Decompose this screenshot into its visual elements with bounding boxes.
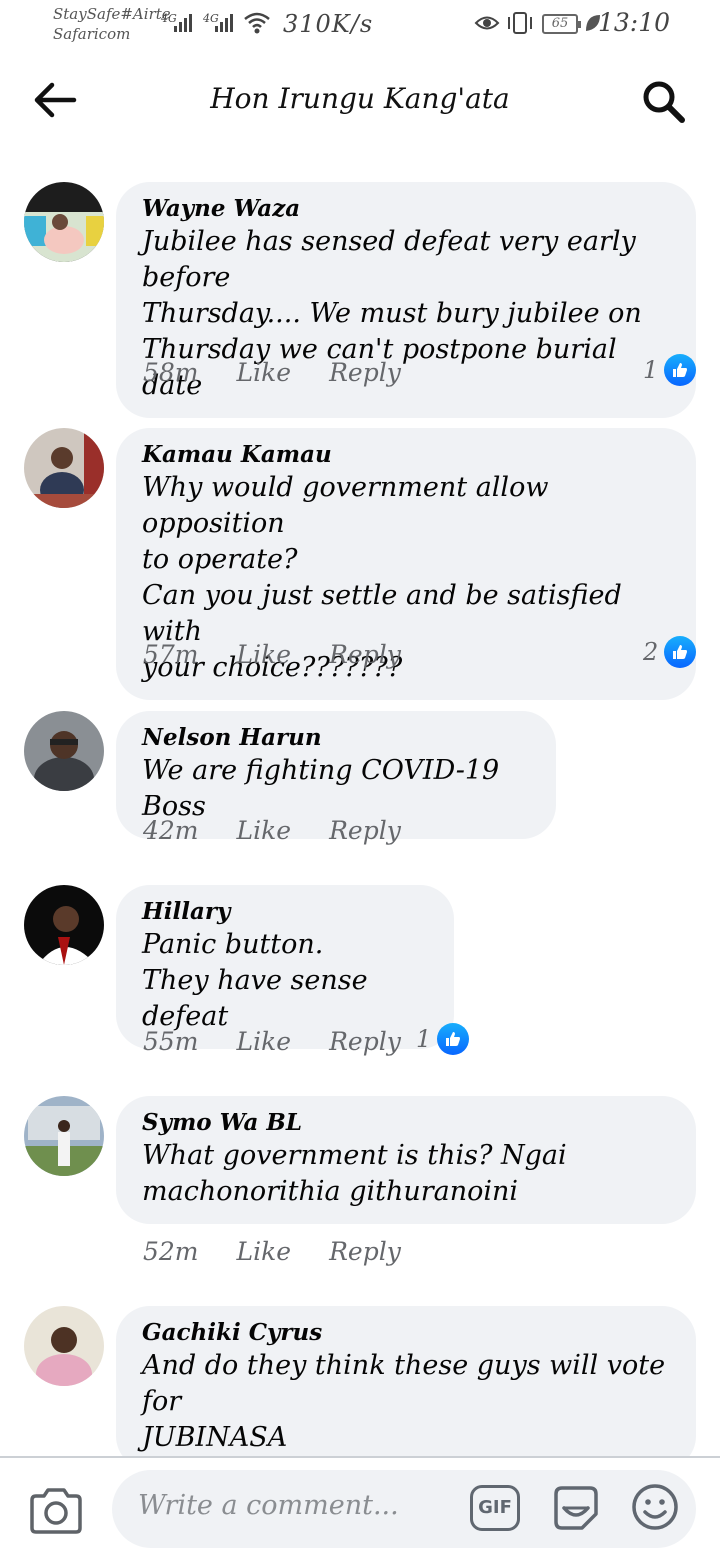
reaction-count: 1	[416, 1025, 432, 1053]
comment-input-placeholder: Write a comment...	[138, 1490, 399, 1521]
comment-text: What government is this? Ngai machonorit…	[142, 1140, 567, 1207]
reply-link[interactable]: Reply	[329, 640, 401, 669]
avatar-image	[24, 711, 104, 791]
comment-timestamp[interactable]: 52m	[143, 1237, 199, 1266]
like-link[interactable]: Like	[237, 640, 292, 669]
comment-timestamp[interactable]: 42m	[143, 816, 199, 845]
comment-timestamp[interactable]: 55m	[143, 1027, 199, 1056]
reaction-summary[interactable]: 1	[643, 354, 697, 386]
page-title: Hon Irungu Kang'ata	[210, 82, 510, 115]
comment-bubble: Symo Wa BL What government is this? Ngai…	[116, 1096, 696, 1224]
carrier-line-2: Safaricom	[53, 25, 131, 43]
signal-icon	[174, 14, 192, 32]
signal-icon-2	[215, 14, 233, 32]
avatar[interactable]	[24, 885, 104, 965]
comment-actions: 42m Like Reply	[143, 816, 401, 845]
camera-icon[interactable]	[28, 1486, 84, 1536]
carrier-label: StaySafe#Airte Safaricom	[53, 4, 171, 44]
comment-actions: 55m Like Reply	[143, 1027, 401, 1056]
avatar[interactable]	[24, 428, 104, 508]
avatar-image	[24, 885, 104, 965]
reply-link[interactable]: Reply	[329, 816, 401, 845]
comment-input[interactable]: Write a comment... GIF	[112, 1470, 696, 1548]
comment-author[interactable]: Hillary	[142, 897, 428, 927]
app-header: Hon Irungu Kang'ata	[0, 60, 720, 140]
comment-text: We are fighting COVID-19 Boss	[142, 755, 500, 822]
sticker-icon[interactable]	[550, 1482, 602, 1534]
comment-timestamp[interactable]: 58m	[143, 358, 199, 387]
comment-actions: 52m Like Reply	[143, 1237, 401, 1266]
comment-bubble: Gachiki Cyrus And do they think these gu…	[116, 1306, 696, 1470]
reply-link[interactable]: Reply	[329, 1027, 401, 1056]
comment-text: And do they think these guys will vote f…	[142, 1350, 666, 1453]
avatar[interactable]	[24, 1306, 104, 1386]
battery-indicator: 65	[542, 14, 581, 34]
like-thumb-icon	[437, 1023, 470, 1055]
like-thumb-icon	[664, 636, 697, 668]
status-bar: StaySafe#Airte Safaricom 4G 4G 310K/s 65…	[0, 0, 720, 52]
reaction-summary[interactable]: 1	[416, 1023, 470, 1055]
reaction-count: 2	[643, 638, 659, 666]
avatar-image	[24, 428, 104, 508]
comment-author[interactable]: Nelson Harun	[142, 723, 530, 753]
reply-link[interactable]: Reply	[329, 1237, 401, 1266]
emoji-icon[interactable]	[630, 1482, 680, 1532]
reaction-summary[interactable]: 2	[643, 636, 697, 668]
avatar[interactable]	[24, 711, 104, 791]
comment-author[interactable]: Gachiki Cyrus	[142, 1318, 670, 1348]
comment-bubble: Hillary Panic button. They have sense de…	[116, 885, 454, 1049]
data-speed: 310K/s	[283, 10, 374, 38]
like-link[interactable]: Like	[237, 1027, 292, 1056]
avatar-image	[24, 1306, 104, 1386]
comment-author[interactable]: Kamau Kamau	[142, 440, 670, 470]
reaction-count: 1	[643, 356, 659, 384]
comment-timestamp[interactable]: 57m	[143, 640, 199, 669]
search-icon[interactable]	[640, 78, 686, 124]
comment-author[interactable]: Wayne Waza	[142, 194, 670, 224]
vibrate-icon	[508, 12, 532, 34]
comment-actions: 57m Like Reply	[143, 640, 401, 669]
like-thumb-icon	[664, 354, 697, 386]
wifi-icon	[244, 12, 270, 34]
like-link[interactable]: Like	[237, 816, 292, 845]
eye-comfort-icon	[474, 16, 500, 30]
avatar[interactable]	[24, 182, 104, 262]
comment-text: Panic button. They have sense defeat	[142, 929, 368, 1032]
clock: 13:10	[597, 8, 670, 37]
like-link[interactable]: Like	[237, 358, 292, 387]
gif-icon[interactable]: GIF	[470, 1485, 520, 1531]
comment-actions: 58m Like Reply	[143, 358, 401, 387]
avatar-image	[24, 182, 104, 262]
avatar-image	[24, 1096, 104, 1176]
comment-composer: Write a comment... GIF	[0, 1458, 720, 1560]
carrier-line-1: StaySafe#Airte	[53, 5, 171, 23]
comment-author[interactable]: Symo Wa BL	[142, 1108, 670, 1138]
avatar[interactable]	[24, 1096, 104, 1176]
reply-link[interactable]: Reply	[329, 358, 401, 387]
like-link[interactable]: Like	[237, 1237, 292, 1266]
